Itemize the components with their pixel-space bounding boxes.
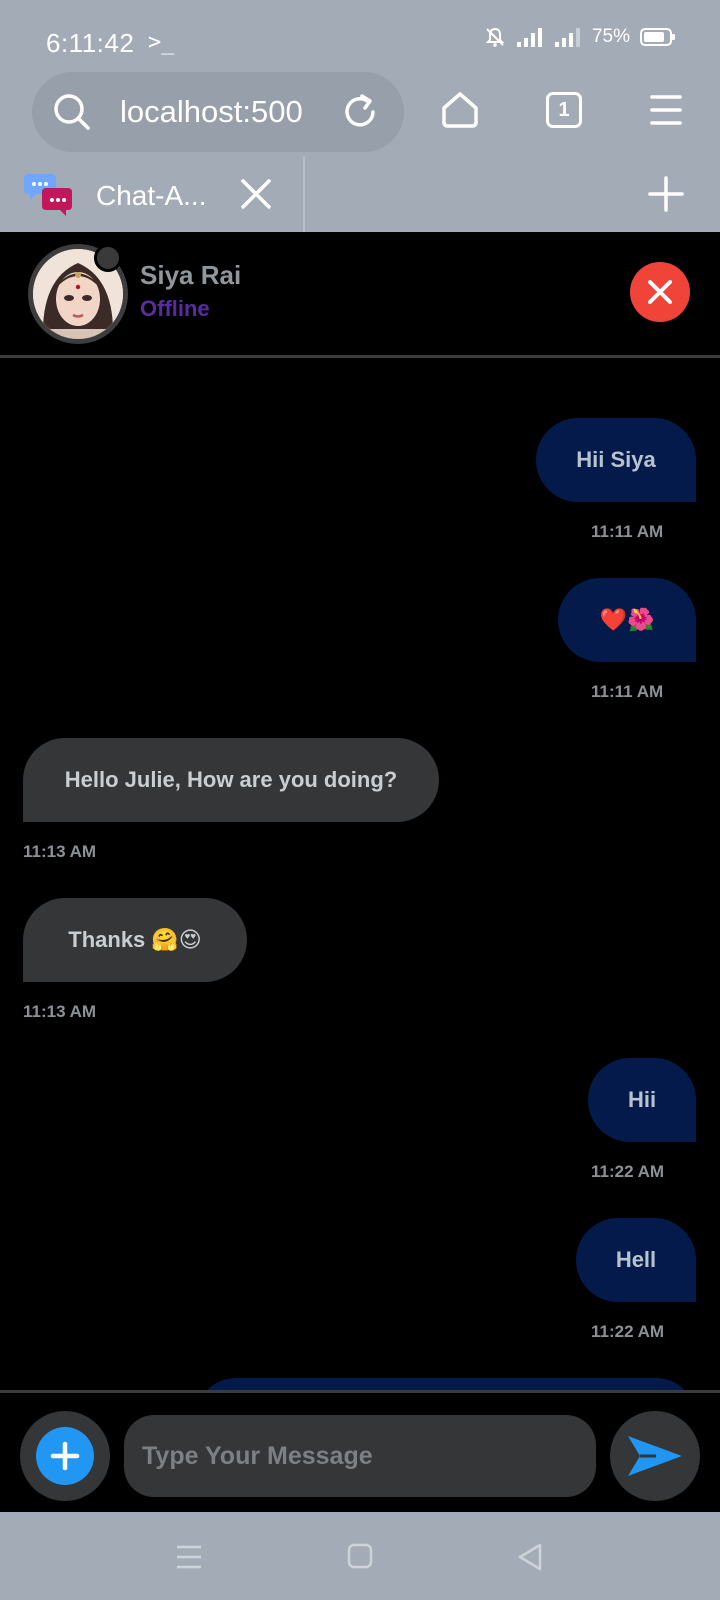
- message-list[interactable]: Hii Siya 11:11 AM ❤️🌺 11:11 AM Hello Jul…: [0, 358, 720, 1390]
- message-timestamp: 11:11 AM: [591, 522, 664, 541]
- bell-off-icon: [485, 27, 505, 47]
- back-icon[interactable]: [516, 1542, 546, 1572]
- message-input[interactable]: [124, 1415, 596, 1497]
- reload-icon[interactable]: [340, 92, 380, 132]
- battery-percent: 75%: [591, 26, 630, 47]
- message-text: Hello Julie, How are you doing?: [64, 767, 398, 792]
- message-bubble-outgoing[interactable]: ❤️🌺: [558, 578, 696, 662]
- chat-app-favicon: [24, 174, 72, 216]
- tab-count: 1: [558, 98, 570, 121]
- status-time: 6:11:42: [46, 28, 135, 58]
- message-timestamp: 11:13 AM: [23, 842, 97, 861]
- new-tab-icon[interactable]: [648, 176, 684, 212]
- system-nav-bar: [0, 1512, 720, 1600]
- recent-apps-icon[interactable]: [175, 1544, 203, 1570]
- message-bubble-incoming[interactable]: Thanks 🤗😍: [23, 898, 247, 982]
- message-bubble-outgoing[interactable]: Hell: [576, 1218, 696, 1302]
- message-bubble-incoming[interactable]: Hello Julie, How are you doing?: [23, 738, 439, 822]
- message-text: Thanks 🤗😍: [68, 927, 202, 952]
- attach-button[interactable]: [20, 1411, 110, 1501]
- tab-switcher-button[interactable]: 1: [546, 92, 582, 128]
- menu-icon[interactable]: [648, 94, 684, 126]
- contact-status: Offline: [140, 296, 210, 321]
- message-timestamp: 11:22 AM: [591, 1322, 665, 1341]
- home-icon[interactable]: [440, 90, 480, 130]
- close-chat-button[interactable]: [630, 262, 690, 322]
- tab-strip: Chat-A...: [0, 156, 720, 232]
- message-bubble-partial[interactable]: [196, 1378, 696, 1390]
- signal-icon: [516, 28, 542, 47]
- message-text: Hii: [627, 1087, 657, 1112]
- message-text: Hii Siya: [576, 447, 656, 472]
- contact-avatar-wrap[interactable]: [28, 244, 128, 344]
- message-composer: [0, 1390, 720, 1512]
- message-timestamp: 11:13 AM: [23, 1002, 97, 1021]
- message-timestamp: 11:11 AM: [591, 682, 664, 701]
- message-text: ❤️🌺: [599, 607, 655, 632]
- status-icons: 75%: [484, 26, 676, 48]
- message-bubble-outgoing[interactable]: Hii: [588, 1058, 696, 1142]
- presence-dot: [94, 244, 122, 272]
- attach-button-inner: [36, 1427, 94, 1485]
- message-timestamp: 11:22 AM: [591, 1162, 665, 1181]
- address-bar[interactable]: localhost:500: [32, 72, 404, 152]
- tab-chat-app[interactable]: Chat-A...: [0, 156, 305, 232]
- chat-header: Siya Rai Offline: [0, 232, 720, 358]
- plus-icon: [50, 1441, 80, 1471]
- browser-toolbar: localhost:500 1: [0, 70, 720, 156]
- status-bar: 6:11:42 >_ 75%: [0, 0, 720, 70]
- battery-icon: [640, 28, 675, 46]
- message-bubble-outgoing[interactable]: Hii Siya: [536, 418, 696, 502]
- search-icon[interactable]: [52, 92, 92, 132]
- terminal-icon: >_: [148, 30, 175, 55]
- send-icon: [628, 1436, 682, 1476]
- message-text: Hell: [615, 1247, 657, 1272]
- close-icon: [648, 280, 672, 304]
- send-button[interactable]: [610, 1411, 700, 1501]
- url-text[interactable]: localhost:500: [120, 94, 344, 130]
- close-tab-icon[interactable]: [240, 178, 272, 210]
- contact-name: Siya Rai: [140, 260, 242, 290]
- signal-icon-2: [554, 28, 580, 47]
- nav-home-icon[interactable]: [346, 1542, 374, 1570]
- tab-title: Chat-A...: [96, 180, 206, 211]
